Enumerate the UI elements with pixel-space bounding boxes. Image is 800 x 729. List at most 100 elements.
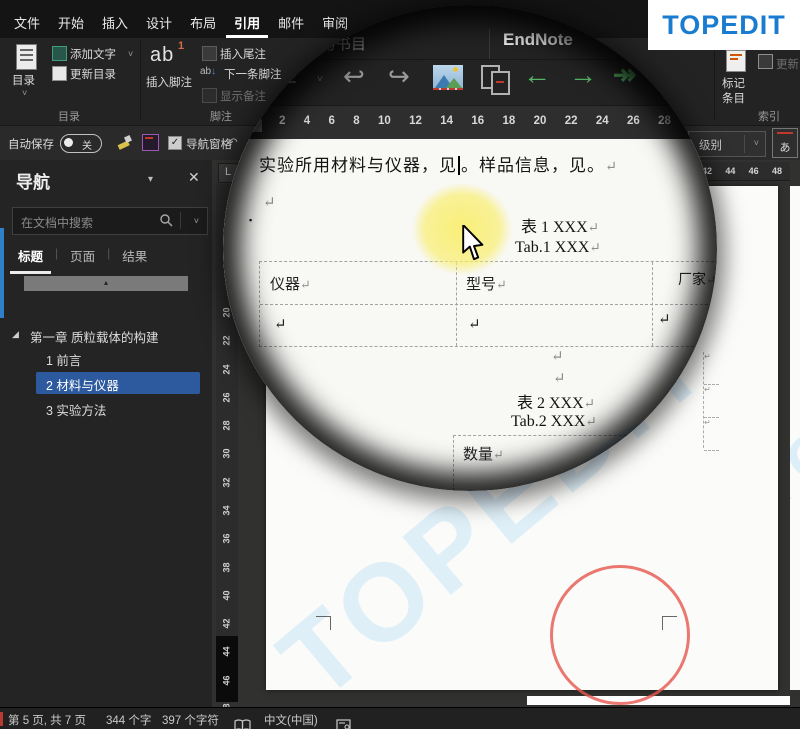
- tab-design[interactable]: 设计: [138, 9, 180, 38]
- ruler-number: 12: [409, 115, 422, 127]
- red-circle-annotation: [550, 565, 690, 705]
- language-indicator[interactable]: 中文(中国): [264, 712, 318, 728]
- crossref-icon[interactable]: ⇄: [277, 67, 297, 91]
- tree-expand-icon[interactable]: ◢: [12, 329, 19, 340]
- mouse-cursor: [462, 225, 484, 261]
- margin-corner-mark: [316, 616, 331, 630]
- toggle-state: 关: [82, 141, 92, 152]
- table-cell-vendor[interactable]: 厂家↵: [678, 269, 716, 289]
- horizontal-scrollbar[interactable]: [527, 696, 790, 705]
- table2-caption-en: Tab.2 XXX↵: [511, 413, 597, 430]
- return-mark: ↵: [274, 317, 287, 333]
- mark-entry-button[interactable]: 标记: [722, 75, 745, 91]
- toggle-knob: [64, 137, 73, 147]
- search-divider: [180, 212, 181, 229]
- tab-insert[interactable]: 插入: [94, 9, 136, 38]
- chevron-down-icon[interactable]: ˅: [128, 49, 133, 59]
- table2-border: [453, 435, 717, 437]
- ruler-number: 28: [658, 115, 671, 127]
- tree-item-chapter1[interactable]: 第一章 质粒载体的构建: [30, 327, 158, 346]
- char-count[interactable]: 397 个字符: [162, 712, 219, 728]
- mark-entry-icon: [726, 50, 746, 72]
- autosave-toggle[interactable]: 关: [60, 134, 102, 153]
- line1-before-cursor: 实验所用材料与仪器，见: [259, 156, 457, 175]
- ruler-number: 18: [502, 115, 516, 127]
- arrow-left-icon[interactable]: ←: [523, 61, 551, 89]
- nav-pane-menu-icon[interactable]: ▾: [148, 174, 153, 185]
- search-icon[interactable]: [159, 213, 173, 228]
- media-icon[interactable]: [142, 134, 159, 151]
- insert-footnote-button[interactable]: 插入脚注: [146, 74, 192, 90]
- status-bar: 第 5 页, 共 7 页 344 个字 397 个字符 中文(中国): [0, 707, 800, 729]
- nav-scrollbar[interactable]: [0, 228, 4, 318]
- ruler-number: 46: [748, 166, 759, 176]
- tab-home[interactable]: 开始: [50, 9, 92, 38]
- chevron-down-icon[interactable]: ˅: [194, 216, 199, 226]
- word-count[interactable]: 344 个字: [106, 712, 151, 728]
- arrow-double-icon[interactable]: ↠: [613, 61, 636, 89]
- insert-figure-icon[interactable]: [433, 65, 463, 90]
- update-index-button: 更新: [776, 59, 799, 71]
- tree-item-methods[interactable]: 3 实验方法: [46, 400, 106, 419]
- tree-item-intro[interactable]: 1 前言: [46, 350, 81, 369]
- table2-caption-cn: 表 2 XXX↵: [517, 395, 596, 412]
- ruler-number: 14: [440, 115, 453, 127]
- indent-marker-icon[interactable]: [249, 114, 262, 132]
- toc-icon: [16, 44, 37, 70]
- chevron-down-icon[interactable]: ˅: [754, 138, 759, 148]
- tab-file[interactable]: 文件: [6, 9, 48, 38]
- table2-border: [675, 435, 677, 491]
- table1-caption-cn: 表 1 XXX↵: [521, 219, 600, 236]
- word-window: 文件 开始 插入 设计 布局 引用 邮件 审阅 目录 ˅ 添加文字 ˅ 更新目录…: [0, 0, 800, 729]
- ruler-number: 10: [377, 115, 391, 127]
- ruler-number: 34: [221, 505, 232, 516]
- ruler-number: 46: [221, 675, 232, 686]
- format-brush-icon[interactable]: [116, 134, 132, 150]
- next-comment-icon[interactable]: ↪: [388, 63, 410, 89]
- arrow-right-icon[interactable]: →: [569, 61, 597, 89]
- table-cell-instrument[interactable]: 仪器↵: [270, 273, 311, 294]
- collapse-bar[interactable]: ▴: [24, 276, 188, 291]
- ruler-number: 44: [725, 166, 736, 176]
- tab-headings[interactable]: 标题: [10, 244, 52, 274]
- index-group-label: 索引: [758, 111, 780, 123]
- magnified-ruler[interactable]: 2 4 6 8 10 12 14 16 18 20 22 24 26 28: [223, 105, 717, 141]
- topedit-logo-text: TOPEDIT: [662, 9, 786, 40]
- tab-text-fragment: ker: [561, 9, 582, 26]
- copy-pages-icon-front: [491, 71, 510, 95]
- toc-button[interactable]: 目录: [12, 72, 35, 88]
- search-input[interactable]: 在文档中搜索 ˅: [12, 207, 208, 235]
- dropdown-divider: [744, 135, 745, 153]
- update-toc-button[interactable]: 更新目录: [70, 66, 116, 82]
- chevron-down-icon[interactable]: ˅: [22, 88, 27, 98]
- add-text-button[interactable]: 添加文字: [70, 46, 116, 62]
- endnote-tab[interactable]: EndNote: [503, 30, 573, 50]
- tab-divider: |: [55, 246, 59, 260]
- insert-endnote-icon: [202, 46, 217, 61]
- magnified-document[interactable]: TOPEDIT 实验所用材料与仪器，见。样品信息，见。↵ ↵ ▪ 仪器↵ 型号↵…: [223, 139, 717, 491]
- phonetic-guide-icon[interactable]: あ: [772, 128, 798, 158]
- tab-layout[interactable]: 布局: [182, 9, 224, 38]
- previous-comment-icon[interactable]: ↩: [343, 63, 365, 89]
- mark-entry-button-line2[interactable]: 条目: [722, 90, 745, 106]
- update-table-fragment: 新表格: [645, 59, 682, 73]
- nav-pane-checkbox[interactable]: ✓: [168, 136, 182, 150]
- cite-fragment: 用: [663, 86, 677, 101]
- display-settings-icon[interactable]: [336, 719, 352, 729]
- add-text-icon: [52, 46, 67, 61]
- return-mark: ↵: [263, 195, 276, 211]
- page-indicator[interactable]: 第 5 页, 共 7 页: [8, 712, 86, 728]
- proofing-book-icon[interactable]: [234, 719, 251, 729]
- tab-results[interactable]: 结果: [114, 244, 155, 274]
- table2-border: [453, 435, 455, 491]
- close-icon[interactable]: ✕: [188, 169, 200, 186]
- chevron-down-icon[interactable]: ˅: [317, 75, 323, 85]
- update-toc-icon: [52, 66, 67, 81]
- tree-item-materials[interactable]: 2 材料与仪器: [46, 375, 119, 394]
- tab-pages[interactable]: 页面: [62, 244, 103, 274]
- group-divider: [140, 40, 141, 120]
- table-cell-quantity[interactable]: 数量↵: [463, 443, 504, 464]
- ruler-number: 24: [595, 115, 609, 127]
- update-index-icon: [758, 54, 773, 69]
- ruler-number: 48: [771, 166, 782, 176]
